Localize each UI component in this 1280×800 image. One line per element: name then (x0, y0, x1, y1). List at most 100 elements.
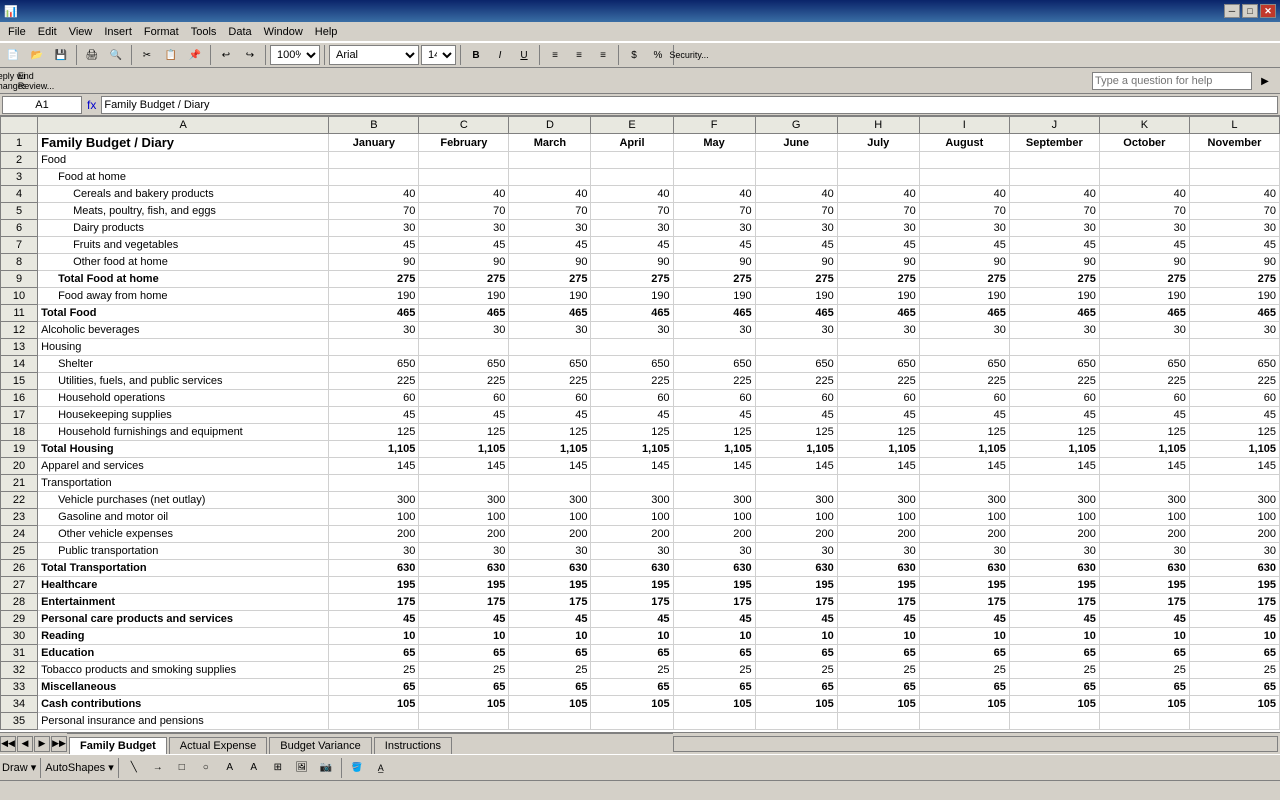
cell-month[interactable]: 70 (837, 203, 919, 220)
cell-month[interactable] (1189, 713, 1279, 730)
cell-month[interactable]: 175 (329, 594, 419, 611)
cell-month[interactable]: 125 (755, 424, 837, 441)
cell-month[interactable]: 105 (329, 696, 419, 713)
cell-month[interactable]: 190 (755, 288, 837, 305)
cell-month[interactable] (1099, 713, 1189, 730)
cell-month[interactable] (591, 475, 673, 492)
cell-month[interactable]: 225 (1099, 373, 1189, 390)
cell-month[interactable]: May (673, 134, 755, 152)
cell-month[interactable]: 190 (1009, 288, 1099, 305)
cell-month[interactable]: 630 (419, 560, 509, 577)
cell-month[interactable] (419, 475, 509, 492)
cell-month[interactable]: 65 (1189, 645, 1279, 662)
cell-a[interactable]: Public transportation (38, 543, 329, 560)
cell-month[interactable]: 45 (1009, 237, 1099, 254)
cell-month[interactable]: 630 (755, 560, 837, 577)
cell-month[interactable]: 65 (755, 679, 837, 696)
cell-month[interactable] (329, 169, 419, 186)
cell-month[interactable]: 45 (673, 407, 755, 424)
cell-a[interactable]: Cereals and bakery products (38, 186, 329, 203)
cell-month[interactable]: 30 (509, 322, 591, 339)
cell-month[interactable] (329, 339, 419, 356)
cell-month[interactable]: 650 (919, 356, 1009, 373)
cell-month[interactable]: 1,105 (419, 441, 509, 458)
cell-month[interactable]: 105 (755, 696, 837, 713)
cell-month[interactable]: 190 (919, 288, 1009, 305)
cell-month[interactable]: 145 (329, 458, 419, 475)
cell-month[interactable]: 465 (419, 305, 509, 322)
cell-month[interactable]: 465 (509, 305, 591, 322)
cell-month[interactable]: 630 (591, 560, 673, 577)
cell-a[interactable]: Tobacco products and smoking supplies (38, 662, 329, 679)
cell-month[interactable]: 65 (673, 645, 755, 662)
cell-a[interactable]: Gasoline and motor oil (38, 509, 329, 526)
cell-month[interactable]: 275 (329, 271, 419, 288)
cell-month[interactable]: 275 (837, 271, 919, 288)
cell-month[interactable] (755, 713, 837, 730)
cell-a[interactable]: Food (38, 152, 329, 169)
cell-month[interactable]: 90 (509, 254, 591, 271)
menu-tools[interactable]: Tools (185, 24, 223, 40)
cell-a[interactable]: Transportation (38, 475, 329, 492)
cell-month[interactable]: 45 (919, 237, 1009, 254)
bold-button[interactable]: B (465, 44, 487, 66)
nav-next[interactable]: ▶ (34, 736, 50, 752)
cell-month[interactable]: 195 (673, 577, 755, 594)
cell-month[interactable]: 65 (591, 679, 673, 696)
cell-month[interactable]: 275 (419, 271, 509, 288)
cell-month[interactable]: 100 (1099, 509, 1189, 526)
cell-month[interactable]: 300 (329, 492, 419, 509)
cell-a[interactable]: Housekeeping supplies (38, 407, 329, 424)
cell-month[interactable]: 25 (509, 662, 591, 679)
cell-month[interactable]: 630 (673, 560, 755, 577)
cell-month[interactable]: 650 (329, 356, 419, 373)
cell-month[interactable]: 25 (919, 662, 1009, 679)
cell-month[interactable]: 45 (509, 407, 591, 424)
paste-button[interactable]: 📌 (184, 44, 206, 66)
cell-month[interactable]: 275 (755, 271, 837, 288)
cell-month[interactable]: 30 (837, 220, 919, 237)
cell-month[interactable]: 630 (329, 560, 419, 577)
horizontal-scrollbar[interactable] (673, 736, 1279, 752)
print-button[interactable]: 🖨 (81, 44, 103, 66)
col-header-b[interactable]: B (329, 117, 419, 134)
cell-month[interactable]: 465 (1099, 305, 1189, 322)
cell-month[interactable]: 25 (673, 662, 755, 679)
cell-month[interactable]: 105 (1099, 696, 1189, 713)
cell-month[interactable]: 25 (1009, 662, 1099, 679)
cell-month[interactable]: 195 (755, 577, 837, 594)
cell-month[interactable]: 25 (837, 662, 919, 679)
cell-month[interactable] (419, 169, 509, 186)
cell-a[interactable]: Education (38, 645, 329, 662)
cell-month[interactable]: 30 (1099, 543, 1189, 560)
cell-month[interactable] (1099, 169, 1189, 186)
wordart-btn[interactable]: A (243, 757, 265, 779)
cell-month[interactable]: 70 (591, 203, 673, 220)
cell-month[interactable]: 45 (1099, 407, 1189, 424)
cell-month[interactable]: 300 (509, 492, 591, 509)
cell-month[interactable] (919, 475, 1009, 492)
cell-month[interactable]: 30 (329, 322, 419, 339)
cell-month[interactable] (509, 475, 591, 492)
cell-month[interactable]: 25 (329, 662, 419, 679)
minimize-button[interactable]: ─ (1224, 4, 1240, 18)
cell-month[interactable] (591, 339, 673, 356)
cell-month[interactable] (755, 169, 837, 186)
cell-month[interactable]: 45 (419, 237, 509, 254)
cell-month[interactable]: August (919, 134, 1009, 152)
cell-month[interactable]: 190 (329, 288, 419, 305)
cell-month[interactable]: June (755, 134, 837, 152)
cell-month[interactable]: 30 (329, 543, 419, 560)
cell-month[interactable]: 200 (755, 526, 837, 543)
cell-month[interactable]: 45 (919, 611, 1009, 628)
cell-month[interactable]: 25 (1189, 662, 1279, 679)
cell-month[interactable]: 200 (1189, 526, 1279, 543)
cell-month[interactable]: 60 (755, 390, 837, 407)
cell-month[interactable]: 65 (1099, 645, 1189, 662)
cell-month[interactable]: 200 (837, 526, 919, 543)
cell-month[interactable]: 190 (591, 288, 673, 305)
cell-a[interactable]: Personal care products and services (38, 611, 329, 628)
arrow-btn[interactable]: → (147, 757, 169, 779)
cell-month[interactable]: 145 (919, 458, 1009, 475)
undo-button[interactable]: ↩ (215, 44, 237, 66)
